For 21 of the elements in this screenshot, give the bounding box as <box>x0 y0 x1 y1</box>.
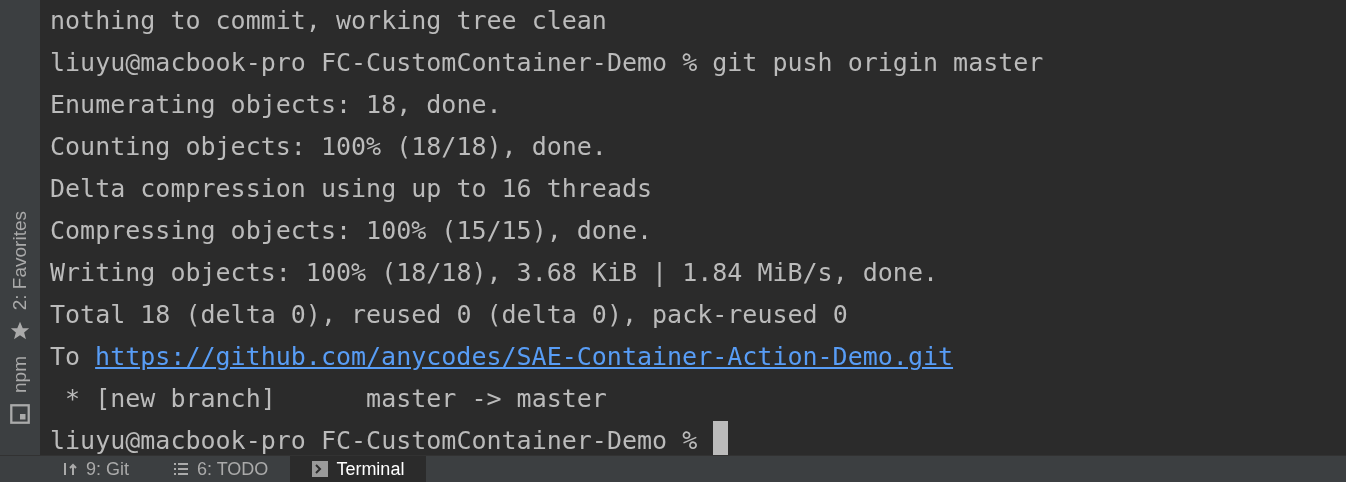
terminal-line: Delta compression using up to 16 threads <box>50 173 654 205</box>
terminal-line: To <box>50 341 81 373</box>
sidebar-tab[interactable]: 2: Favorites <box>9 210 31 343</box>
terminal-line: Compressing objects: 100% (15/15), done. <box>50 215 654 247</box>
tool-window-tab[interactable]: Terminal <box>290 456 427 482</box>
tool-window-tab[interactable]: 6: TODO <box>151 456 291 482</box>
terminal-line: Total 18 (delta 0), reused 0 (delta 0), pack-reused 0 <box>50 299 849 331</box>
repo-link[interactable]: https://github.com/anycodes/SAE-Container-Action-Demo.git <box>95 336 954 378</box>
terminal-prompt: liuyu@macbook-pro FC-CustomContainer-Demo % <box>50 425 698 457</box>
list-icon <box>173 461 189 477</box>
panel-icon <box>9 403 31 425</box>
tool-window-tab[interactable]: 9: Git <box>40 456 151 482</box>
terminal-line: * [new branch] master -> master <box>64 383 608 415</box>
terminal-line: Enumerating objects: 18, done. <box>50 89 503 121</box>
terminal-line: nothing to commit, working tree clean <box>50 5 608 37</box>
terminal-line: Writing objects: 100% (18/18), 3.68 KiB | 1.84 MiB/s, done. <box>50 257 940 289</box>
sidebar-tab[interactable]: npm <box>9 356 31 425</box>
terminal-icon <box>312 461 329 477</box>
branch-arrow-icon <box>62 461 78 477</box>
terminal-line: Counting objects: 100% (18/18), done. <box>50 131 608 163</box>
terminal-line: liuyu@macbook-pro FC-CustomContainer-Demo % git push origin master <box>50 47 1045 79</box>
